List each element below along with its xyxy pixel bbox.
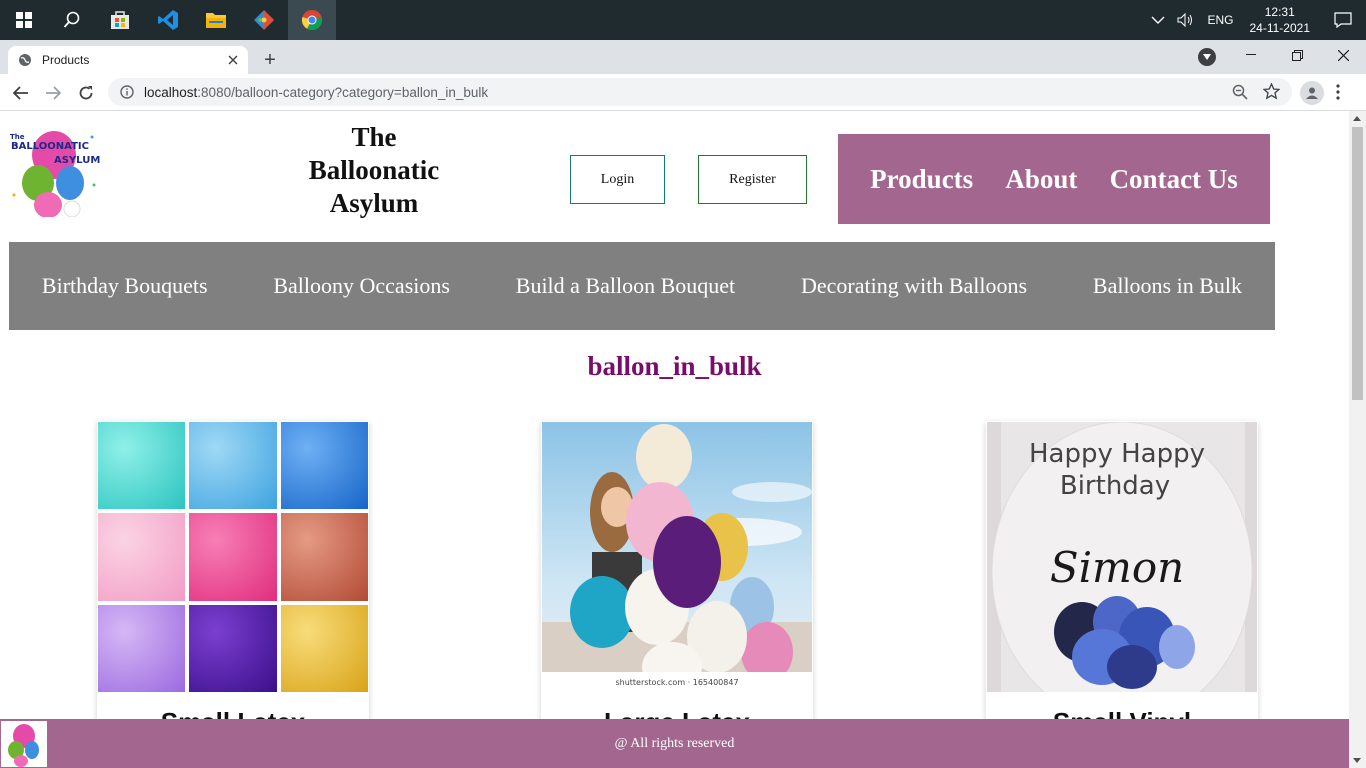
site-title-line: The bbox=[351, 122, 397, 152]
windows-start-icon[interactable] bbox=[0, 0, 48, 40]
globe-icon bbox=[19, 54, 31, 66]
scroll-down-arrow-icon[interactable] bbox=[1353, 758, 1361, 763]
git-icon[interactable] bbox=[240, 0, 288, 40]
store-icon[interactable] bbox=[96, 0, 144, 40]
tab-search-icon[interactable] bbox=[1198, 48, 1216, 66]
chevron-up-icon[interactable] bbox=[1145, 15, 1171, 25]
url-path: :8080/balloon-category?category=ballon_i… bbox=[197, 84, 489, 100]
logo-word-balloonatic: BALLOONATIC bbox=[11, 141, 89, 152]
site-title-line: Balloonatic bbox=[308, 155, 440, 185]
category-nav: Birthday Bouquets Balloony Occasions Bui… bbox=[9, 242, 1275, 330]
category-decorating-with-balloons[interactable]: Decorating with Balloons bbox=[801, 273, 1027, 299]
category-build-a-balloon-bouquet[interactable]: Build a Balloon Bouquet bbox=[516, 273, 735, 299]
logo-word-the: The bbox=[10, 133, 25, 141]
nav-link-about[interactable]: About bbox=[1005, 164, 1077, 195]
product-image[interactable]: Happy Happy Birthday Simon bbox=[987, 422, 1257, 692]
new-tab-button[interactable]: + bbox=[258, 48, 282, 72]
windows-taskbar: ENG 12:31 24-11-2021 bbox=[0, 0, 1366, 40]
system-tray: ENG 12:31 24-11-2021 bbox=[1145, 0, 1366, 40]
minimize-icon[interactable] bbox=[1228, 40, 1274, 70]
footer-text: @ All rights reserved bbox=[614, 735, 735, 751]
search-icon[interactable] bbox=[48, 0, 96, 40]
login-button[interactable]: Login bbox=[570, 155, 665, 204]
nav-link-products[interactable]: Products bbox=[870, 164, 973, 195]
bubble-text: Birthday bbox=[1060, 471, 1170, 501]
footer-logo[interactable] bbox=[1, 721, 47, 767]
scroll-up-arrow-icon[interactable] bbox=[1353, 116, 1361, 121]
profile-avatar-icon[interactable] bbox=[1300, 81, 1324, 105]
language-indicator[interactable]: ENG bbox=[1201, 13, 1239, 27]
product-card[interactable]: shutterstock.com · 165400847 Large Latex bbox=[541, 421, 813, 741]
product-image[interactable] bbox=[98, 422, 368, 692]
image-watermark: shutterstock.com · 165400847 bbox=[615, 678, 738, 687]
bubble-text: Happy Happy bbox=[1029, 439, 1205, 469]
back-arrow-icon[interactable] bbox=[8, 80, 34, 106]
category-birthday-bouquets[interactable]: Birthday Bouquets bbox=[42, 273, 208, 299]
url-text: localhost:8080/balloon-category?category… bbox=[144, 85, 488, 100]
browser-menu-icon[interactable] bbox=[1336, 84, 1340, 104]
forward-arrow-icon[interactable] bbox=[40, 80, 66, 106]
site-title-line: Asylum bbox=[329, 188, 419, 218]
site-footer: @ All rights reserved bbox=[0, 719, 1349, 768]
zoom-icon[interactable] bbox=[1232, 84, 1248, 103]
file-explorer-icon[interactable] bbox=[192, 0, 240, 40]
notification-icon[interactable] bbox=[1320, 12, 1366, 28]
logo-word-asylum: ASYLUM bbox=[54, 155, 100, 166]
nav-link-contact-us[interactable]: Contact Us bbox=[1110, 164, 1238, 195]
info-icon[interactable] bbox=[120, 85, 134, 99]
product-image[interactable]: shutterstock.com · 165400847 bbox=[542, 422, 812, 692]
url-host: localhost bbox=[144, 84, 198, 100]
clock[interactable]: 12:31 24-11-2021 bbox=[1240, 4, 1321, 36]
reload-icon[interactable] bbox=[73, 80, 99, 106]
site-title: The Balloonatic Asylum bbox=[290, 121, 458, 220]
product-card[interactable]: Happy Happy Birthday Simon Small Vinyl bbox=[986, 421, 1258, 741]
scrollbar-thumb[interactable] bbox=[1352, 127, 1363, 400]
category-balloons-in-bulk[interactable]: Balloons in Bulk bbox=[1093, 273, 1242, 299]
clock-time: 12:31 bbox=[1264, 5, 1295, 19]
tab-title: Products bbox=[42, 53, 90, 67]
close-window-icon[interactable] bbox=[1320, 40, 1366, 70]
page-scrollbar[interactable] bbox=[1349, 111, 1366, 768]
clock-date: 24-11-2021 bbox=[1249, 21, 1311, 35]
main-nav: Products About Contact Us bbox=[838, 134, 1270, 224]
volume-icon[interactable] bbox=[1171, 13, 1201, 27]
register-button[interactable]: Register bbox=[698, 155, 807, 204]
page-viewport: The BALLOONATIC ASYLUM The Balloonatic A… bbox=[0, 111, 1349, 768]
browser-tab[interactable]: Products bbox=[8, 46, 248, 74]
close-tab-icon[interactable] bbox=[228, 55, 238, 65]
site-logo[interactable]: The BALLOONATIC ASYLUM bbox=[8, 125, 100, 218]
browser-toolbar: localhost:8080/balloon-category?category… bbox=[0, 74, 1366, 111]
bubble-name: Simon bbox=[1050, 543, 1184, 592]
category-balloony-occasions[interactable]: Balloony Occasions bbox=[273, 273, 450, 299]
browser-tab-strip: Products + bbox=[0, 40, 1366, 74]
product-card[interactable]: Small Latex bbox=[97, 421, 369, 741]
vscode-icon[interactable] bbox=[144, 0, 192, 40]
address-bar[interactable]: localhost:8080/balloon-category?category… bbox=[108, 78, 1292, 106]
bookmark-star-icon[interactable] bbox=[1262, 82, 1281, 103]
restore-icon[interactable] bbox=[1274, 40, 1320, 70]
category-heading: ballon_in_bulk bbox=[587, 351, 762, 381]
chrome-icon[interactable] bbox=[288, 0, 336, 40]
